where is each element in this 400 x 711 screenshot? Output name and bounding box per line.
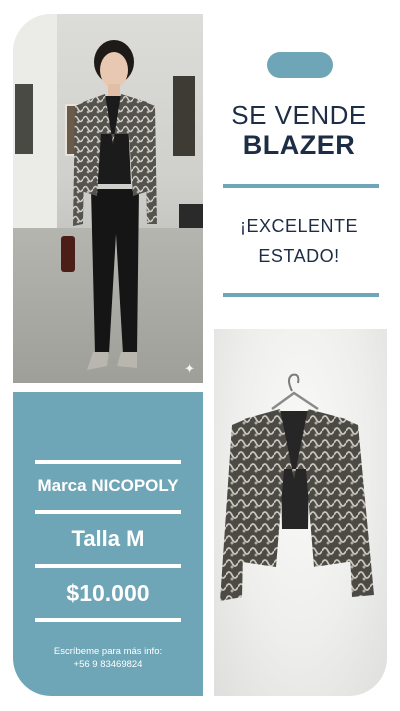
- phone-number: +56 9 83469824: [73, 659, 143, 670]
- jacket-photo: [214, 329, 387, 696]
- headline-line1: SE VENDE: [231, 100, 367, 130]
- divider: [223, 293, 379, 297]
- jacket-on-hanger: [220, 373, 374, 601]
- divider: [35, 564, 181, 568]
- divider: [35, 618, 181, 622]
- subline-line1: ¡EXCELENTE: [239, 216, 359, 236]
- subline-line2: ESTADO!: [258, 246, 340, 266]
- price-label: $10.000: [66, 580, 150, 606]
- model-figure: [61, 40, 157, 370]
- brand-label: Marca NICOPOLY: [37, 476, 179, 495]
- divider: [223, 184, 379, 188]
- model-photo: ✦: [13, 14, 203, 383]
- contact-label: Escríbeme para más info:: [53, 646, 163, 657]
- divider: [35, 510, 181, 514]
- info-card: Marca NICOPOLY Talla M $10.000 Escríbeme…: [13, 392, 203, 696]
- size-label: Talla M: [71, 526, 145, 551]
- headline-line2: BLAZER: [242, 130, 356, 160]
- divider: [35, 460, 181, 464]
- accent-pill: [267, 52, 333, 78]
- sparkle-icon: ✦: [184, 361, 195, 376]
- headline-panel: SE VENDE BLAZER ¡EXCELENTE ESTADO!: [211, 14, 387, 317]
